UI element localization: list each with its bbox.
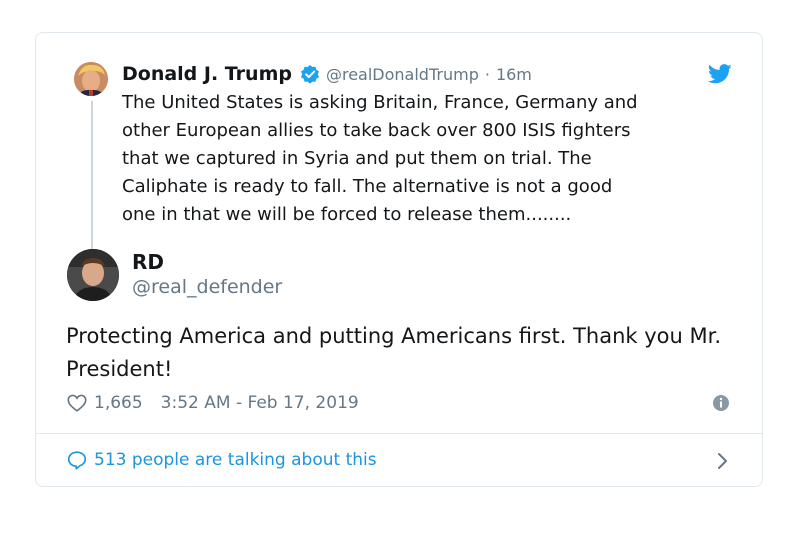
author-avatar[interactable] xyxy=(67,249,119,301)
conversation-link[interactable]: 513 people are talking about this xyxy=(66,447,377,473)
tweet-timestamp[interactable]: 3:52 AM - Feb 17, 2019 xyxy=(161,393,359,413)
quoted-author-avatar[interactable] xyxy=(74,62,108,96)
author-name[interactable]: RD xyxy=(132,250,164,274)
author-handle[interactable]: @real_defender xyxy=(132,276,282,298)
info-icon[interactable] xyxy=(712,394,730,412)
thread-connector-line xyxy=(91,101,93,273)
speech-bubble-icon xyxy=(66,449,88,471)
separator-dot: · xyxy=(484,64,490,84)
quoted-author-name[interactable]: Donald J. Trump xyxy=(122,63,292,85)
verified-icon xyxy=(300,64,320,84)
tweet-text: Protecting America and putting Americans… xyxy=(66,324,721,381)
quoted-tweet-time[interactable]: 16m xyxy=(496,65,532,84)
quoted-tweet-header: Donald J. Trump @realDonaldTrump · 16m xyxy=(122,61,532,87)
twitter-bird-icon[interactable] xyxy=(707,63,732,85)
like-count[interactable]: 1,665 xyxy=(94,393,143,413)
quoted-tweet-text: The United States is asking Britain, Fra… xyxy=(122,92,638,225)
embedded-tweet-card: Donald J. Trump @realDonaldTrump · 16m T… xyxy=(35,32,763,487)
tweet-meta: 1,665 3:52 AM - Feb 17, 2019 xyxy=(66,390,359,416)
talking-about-label[interactable]: 513 people are talking about this xyxy=(94,450,377,470)
chevron-right-icon[interactable] xyxy=(716,451,730,471)
footer-divider xyxy=(36,433,762,434)
quoted-author-handle[interactable]: @realDonaldTrump xyxy=(326,65,479,84)
heart-icon[interactable] xyxy=(66,392,88,414)
